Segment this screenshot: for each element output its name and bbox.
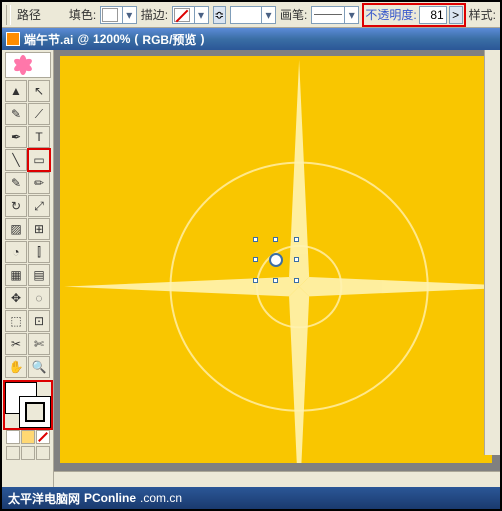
brand-en: PConline bbox=[84, 491, 136, 505]
tool-selection[interactable]: ▲ bbox=[5, 80, 27, 102]
screen-mode-normal[interactable] bbox=[6, 446, 20, 460]
color-mode-none[interactable] bbox=[36, 430, 50, 444]
tool-lasso[interactable]: ⟋ bbox=[28, 103, 50, 125]
tool-line[interactable]: ╲ bbox=[5, 149, 27, 171]
chevron-down-icon: ▾ bbox=[194, 7, 208, 23]
brand-suffix: .com.cn bbox=[140, 491, 182, 505]
tool-hand[interactable]: ✋ bbox=[5, 356, 27, 378]
divider bbox=[6, 5, 11, 25]
workspace: ▲↖✎⟋✒T╲▭✎✏↻⤢▨⊞◔⫿▦▤✥◌⬚⊡✂✄✋🔍 bbox=[2, 50, 500, 487]
tool-live-paint[interactable]: ⬚ bbox=[5, 310, 27, 332]
opacity-input[interactable] bbox=[419, 6, 447, 24]
artboard bbox=[60, 56, 492, 463]
tool-blend[interactable]: ◌ bbox=[28, 287, 50, 309]
tool-paintbrush[interactable]: ✎ bbox=[5, 172, 27, 194]
tool-rectangle[interactable]: ▭ bbox=[28, 149, 50, 171]
tool-column-graph[interactable]: ⫿ bbox=[28, 241, 50, 263]
tool-scissors[interactable]: ✄ bbox=[28, 333, 50, 355]
tool-pencil[interactable]: ✏ bbox=[28, 172, 50, 194]
document-title-bar: 端午节.ai @ 1200% (RGB/预览) bbox=[2, 28, 500, 50]
stroke-weight-select[interactable]: ▾ bbox=[230, 6, 276, 24]
style-label: 样式: bbox=[469, 6, 496, 23]
tool-rotate[interactable]: ↻ bbox=[5, 195, 27, 217]
stroke-label: 描边: bbox=[141, 6, 168, 23]
screen-mode-row bbox=[6, 446, 50, 460]
selection-handles[interactable] bbox=[256, 240, 296, 280]
color-mode-color[interactable] bbox=[6, 430, 20, 444]
tool-zoom[interactable]: 🔍 bbox=[28, 356, 50, 378]
tool-type[interactable]: T bbox=[28, 126, 50, 148]
brand-cn: 太平洋电脑网 bbox=[8, 490, 80, 507]
chevron-down-icon: ▾ bbox=[344, 7, 358, 23]
stroke-weight-stepper[interactable]: ≎ bbox=[213, 6, 226, 24]
opacity-stepper[interactable]: > bbox=[449, 6, 463, 24]
fill-label: 填色: bbox=[69, 6, 96, 23]
tool-gradient[interactable]: ▤ bbox=[28, 264, 50, 286]
canvas[interactable] bbox=[54, 50, 500, 471]
brush-select[interactable]: ▾ bbox=[311, 6, 359, 24]
doc-filename: 端午节.ai bbox=[24, 31, 73, 48]
tool-scale[interactable]: ⤢ bbox=[28, 195, 50, 217]
tool-magic-wand[interactable]: ✎ bbox=[5, 103, 27, 125]
tool-warp[interactable]: ▨ bbox=[5, 218, 27, 240]
tool-grid: ▲↖✎⟋✒T╲▭✎✏↻⤢▨⊞◔⫿▦▤✥◌⬚⊡✂✄✋🔍 bbox=[5, 80, 50, 378]
tool-live-paint-select[interactable]: ⊡ bbox=[28, 310, 50, 332]
stroke-color-icon bbox=[19, 396, 51, 428]
tool-symbol-sprayer[interactable]: ◔ bbox=[5, 241, 27, 263]
brush-label: 画笔: bbox=[280, 6, 307, 23]
ai-file-icon bbox=[6, 32, 20, 46]
scrollbar-vertical[interactable] bbox=[484, 50, 500, 455]
tool-direct-select[interactable]: ↖ bbox=[28, 80, 50, 102]
screen-mode-full-menu[interactable] bbox=[21, 446, 35, 460]
color-mode-gradient[interactable] bbox=[21, 430, 35, 444]
scrollbar-horizontal[interactable] bbox=[54, 471, 500, 487]
options-bar: 路径 填色: ▾ 描边: ▾ ≎ ▾ 画笔: ▾ 不透明度: > 样式: bbox=[2, 2, 500, 28]
toolbox: ▲↖✎⟋✒T╲▭✎✏↻⤢▨⊞◔⫿▦▤✥◌⬚⊡✂✄✋🔍 bbox=[2, 50, 54, 487]
opacity-label: 不透明度: bbox=[365, 6, 416, 23]
doc-zoom: 1200% bbox=[93, 32, 130, 46]
stroke-swatch[interactable]: ▾ bbox=[172, 6, 208, 24]
fill-swatch[interactable]: ▾ bbox=[100, 6, 136, 24]
doc-colormode: RGB/预览 bbox=[142, 31, 196, 48]
opacity-control-highlighted: 不透明度: > bbox=[363, 4, 464, 26]
center-point-icon bbox=[269, 253, 283, 267]
fill-stroke-swatch[interactable] bbox=[5, 382, 51, 428]
app-shell: 路径 填色: ▾ 描边: ▾ ≎ ▾ 画笔: ▾ 不透明度: > 样式: 端午节… bbox=[0, 0, 502, 511]
tool-slice[interactable]: ✂ bbox=[5, 333, 27, 355]
tool-mesh[interactable]: ▦ bbox=[5, 264, 27, 286]
chevron-down-icon: ▾ bbox=[261, 7, 275, 23]
tool-free-transform[interactable]: ⊞ bbox=[28, 218, 50, 240]
watermark: 太平洋电脑网 PConline .com.cn bbox=[2, 487, 500, 509]
chevron-down-icon: ▾ bbox=[122, 7, 136, 23]
path-label: 路径 bbox=[17, 6, 41, 23]
tool-pen[interactable]: ✒ bbox=[5, 126, 27, 148]
tool-eyedropper[interactable]: ✥ bbox=[5, 287, 27, 309]
app-logo bbox=[5, 52, 51, 78]
color-mode-row bbox=[6, 430, 50, 444]
canvas-area bbox=[54, 50, 500, 487]
